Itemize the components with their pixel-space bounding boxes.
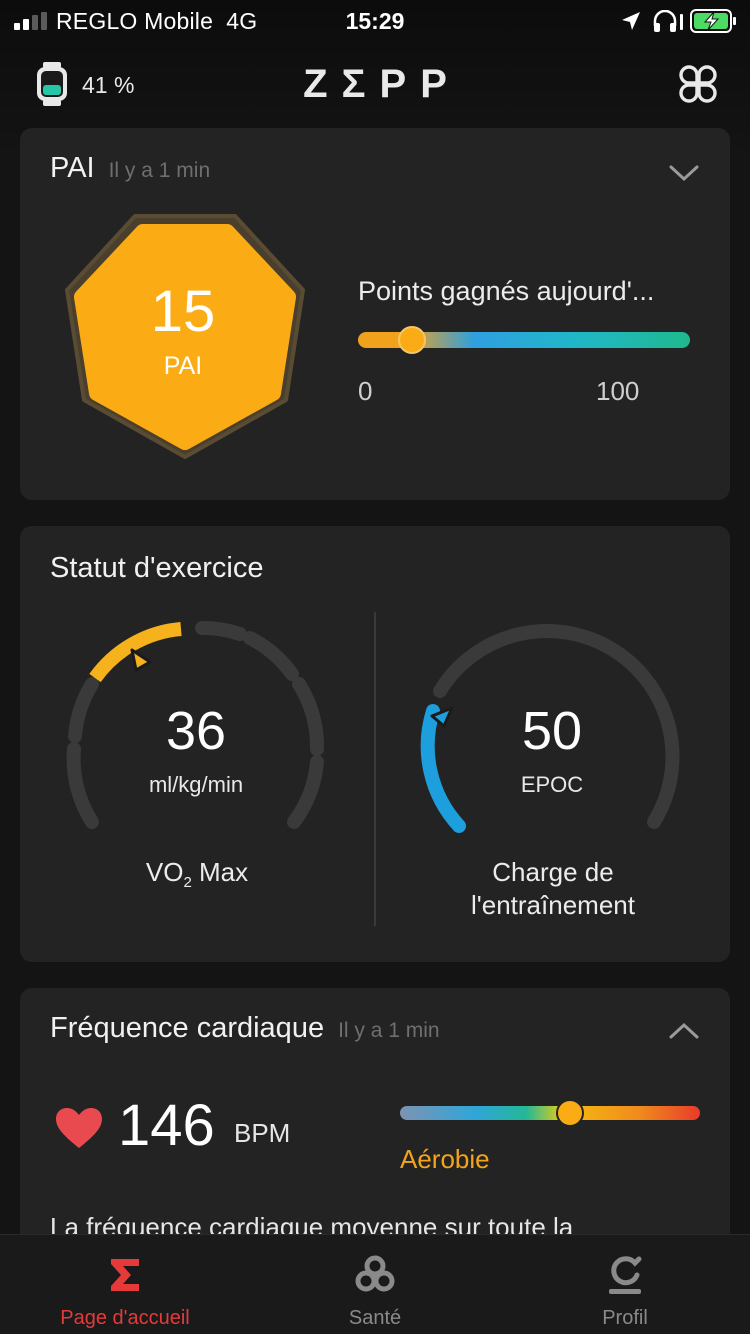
location-arrow-icon: [622, 12, 640, 30]
heart-rate-zone: Aérobie: [400, 1144, 490, 1174]
exercise-card-title: Statut d'exercice: [50, 552, 264, 584]
pai-unit: PAI: [163, 352, 203, 380]
heart-rate-value: 146: [118, 1093, 215, 1158]
heart-rate-card[interactable]: Fréquence cardiaque Il y a 1 min 146 BPM …: [20, 988, 730, 1248]
heart-rate-zone-indicator: [556, 1099, 584, 1127]
pai-score: 15: [150, 279, 216, 344]
zepp-home-screen: REGLO Mobile 4G 15:29 41 % ZΣPP PAI Il y…: [0, 0, 750, 1334]
epoc-unit: EPOC: [520, 772, 584, 797]
heart-icon: [56, 1108, 102, 1148]
gauge-divider: [374, 612, 376, 926]
vo2max-value: 36: [165, 701, 227, 761]
zepp-logo: ZΣPP: [303, 62, 461, 106]
pai-range-min: 0: [358, 376, 373, 406]
points-today-label: Points gagnés aujourd'...: [358, 276, 655, 306]
tab-home[interactable]: Page d'accueil: [0, 1235, 250, 1334]
tab-profile[interactable]: Profil: [500, 1235, 750, 1334]
pai-card[interactable]: PAI Il y a 1 min 15 PAI Points gagnés auj…: [20, 128, 730, 500]
app-header: 41 % ZΣPP: [0, 56, 750, 116]
heart-rate-unit: BPM: [234, 1118, 291, 1148]
vo2max-unit: ml/kg/min: [148, 772, 244, 797]
battery-charging-icon: [690, 9, 736, 33]
exercise-status-card[interactable]: Statut d'exercice 36 ml/kg/min VO2 Max 5…: [20, 526, 730, 962]
pai-card-title: PAI Il y a 1 min: [50, 152, 211, 184]
tab-health-label: Santé: [348, 1307, 402, 1329]
epoc-value: 50: [521, 701, 583, 761]
grid-menu-icon[interactable]: [678, 64, 718, 104]
heart-rate-updated-time: Il y a 1 min: [338, 1019, 440, 1042]
chevron-up-icon[interactable]: [668, 1020, 700, 1042]
chevron-down-icon[interactable]: [668, 162, 700, 184]
headphones-icon: [653, 10, 683, 32]
bottom-tab-bar: Page d'accueil Santé Profil: [0, 1234, 750, 1334]
health-icon: [355, 1255, 395, 1292]
pai-range-max: 100: [596, 376, 640, 406]
tab-health[interactable]: Santé: [250, 1235, 500, 1334]
heart-rate-zone-bar: [400, 1106, 700, 1120]
sigma-icon: [111, 1259, 139, 1291]
training-load-label: Charge de l'entraînement: [471, 857, 635, 920]
profile-icon: [609, 1256, 642, 1294]
tab-profile-label: Profil: [602, 1307, 648, 1329]
pai-points-indicator: [398, 326, 426, 354]
pai-updated-time: Il y a 1 min: [108, 159, 211, 182]
heart-rate-card-title: Fréquence cardiaque Il y a 1 min: [50, 1012, 440, 1044]
status-bar: REGLO Mobile 4G 15:29: [0, 0, 750, 44]
vo2max-label: VO2 Max: [145, 857, 249, 892]
tab-home-label: Page d'accueil: [60, 1307, 190, 1329]
